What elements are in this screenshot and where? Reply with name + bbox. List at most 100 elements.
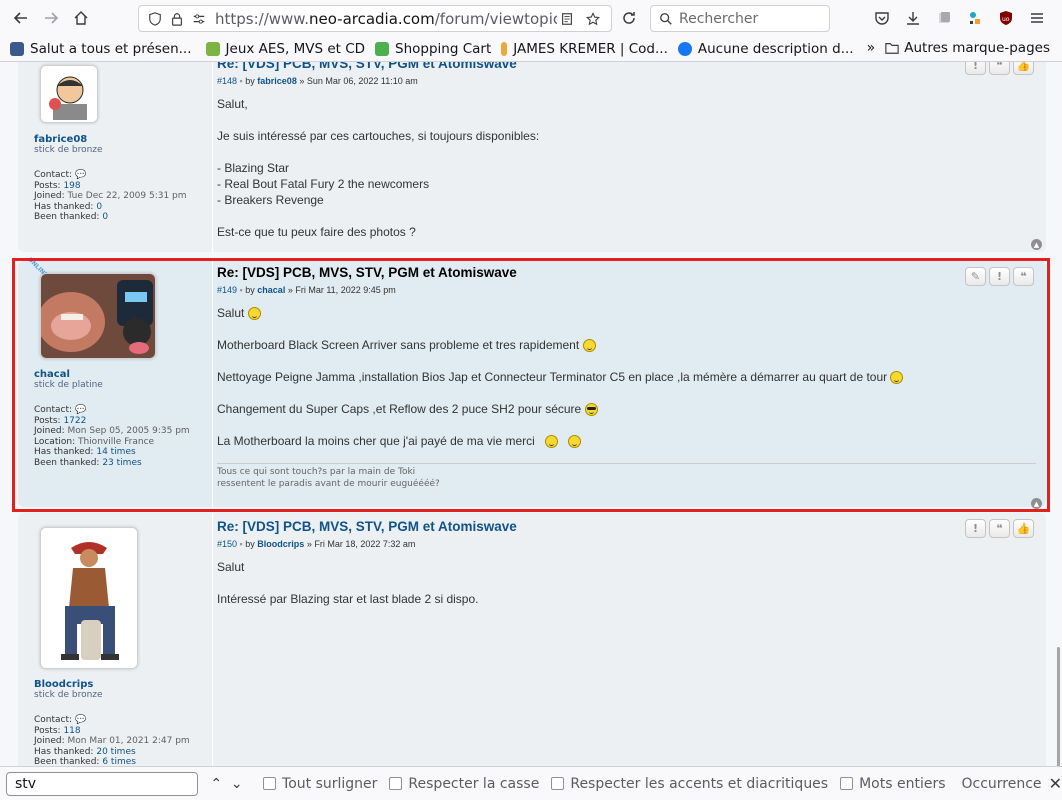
pocket-button[interactable] [866,3,897,33]
post-date: » Sun Mar 06, 2022 11:10 am [299,76,418,86]
avatar-image [41,66,97,122]
has-thanked-link[interactable]: 20 times [96,747,135,757]
post-number-link[interactable]: #149 [217,285,237,295]
bookmark-item-1[interactable]: Salut a tous et présen... [10,41,192,57]
ublock-button[interactable]: uo [990,3,1021,33]
find-input[interactable] [6,771,198,796]
post-number-link[interactable]: #148 [217,76,237,86]
post-title-link[interactable]: Re: [VDS] PCB, MVS, STV, PGM et Atomiswa… [217,62,1046,71]
more-bookmarks-chevron-icon[interactable]: » [867,40,876,56]
page-scrollbar[interactable] [1054,62,1062,797]
other-bookmarks-label: Autres marque-pages [904,40,1050,56]
post-line: Intéressé par Blazing star et last blade… [217,592,479,606]
post-title-link[interactable]: Re: [VDS] PCB, MVS, STV, PGM et Atomiswa… [217,519,1046,534]
signature-line: Tous ce qui sont touch?s par la main de … [217,467,416,477]
highlight-all-checkbox[interactable]: Tout surligner [263,776,377,792]
folder-icon [885,43,899,54]
checkbox-label: Mots entiers [859,775,946,792]
post-title-link[interactable]: Re: [VDS] PCB, MVS, STV, PGM et Atomiswa… [217,265,1046,280]
smiley-smile-icon [567,435,581,449]
close-findbar-icon[interactable]: ✕ [1049,774,1062,793]
avatar-fabrice08[interactable] [40,65,98,123]
bookmark-favicon-icon [375,41,390,56]
forward-button[interactable] [36,3,66,33]
bookmark-item-3[interactable]: Shopping Cart [375,41,491,57]
bookmark-item-4[interactable]: JAMES KREMER | Cod... [501,41,668,57]
posts-label: Posts: [34,180,61,191]
hamburger-menu-icon [1030,13,1043,23]
posts-count-link[interactable]: 198 [63,181,80,191]
match-diacritics-checkbox[interactable]: Respecter les accents et diacritiques [551,776,828,792]
menu-button[interactable] [1021,3,1052,33]
post-content: Salut Motherboard Black Screen Arriver s… [217,305,1046,449]
post-author-link[interactable]: Bloodcrips [257,539,304,549]
url-bar[interactable]: https://www.neo-arcadia.com/forum/viewto… [138,5,612,32]
report-button[interactable]: ! [965,519,986,538]
back-button[interactable] [6,3,36,33]
reader-view-icon[interactable] [557,9,577,29]
find-previous-chevron-up-icon[interactable]: ⌃ [206,776,227,792]
post-line: - Real Bout Fatal Fury 2 the newcomers [217,177,430,191]
find-next-chevron-down-icon[interactable]: ⌄ [227,776,248,792]
bookmarks-toolbar: Salut a tous et présen... Jeux AES, MVS … [0,36,1062,62]
post-author-link[interactable]: fabrice08 [257,76,297,86]
username-link[interactable]: chacal [34,369,214,380]
whole-words-checkbox[interactable]: Mots entiers [840,775,946,792]
thanks-button[interactable]: 👍 [1013,62,1034,75]
avatar-bloodcrips[interactable] [40,527,138,669]
quote-button[interactable]: ❝ [989,62,1010,75]
has-thanked-link[interactable]: 14 times [96,447,135,457]
report-button[interactable]: ! [989,267,1010,286]
joined-date: Mon Mar 01, 2021 2:47 pm [67,736,190,746]
search-input[interactable]: Rechercher [650,5,830,32]
been-thanked-link[interactable]: 6 times [102,757,136,766]
username-link[interactable]: Bloodcrips [34,679,214,690]
contact-label: Contact: [34,170,73,180]
report-button[interactable]: ! [965,62,986,75]
post-line: Salut, [217,97,248,111]
been-thanked-link[interactable]: 0 [102,212,108,222]
username-link[interactable]: fabrice08 [34,134,214,145]
posts-count-link[interactable]: 118 [63,726,80,736]
back-to-top-icon[interactable]: ▲ [1031,498,1042,509]
back-to-top-icon[interactable]: ▲ [1031,239,1042,250]
home-button[interactable] [66,3,96,33]
quote-button[interactable]: ❝ [1013,267,1034,286]
bookmark-favicon-icon [205,41,220,56]
other-bookmarks-folder[interactable]: Autres marque-pages [885,40,1050,56]
posts-label: Posts: [34,415,61,426]
extension-button[interactable] [959,3,990,33]
post-line: - Blazing Star [217,161,290,175]
pocket-icon [874,12,889,25]
has-thanked-link[interactable]: 0 [96,202,102,212]
post-number-link[interactable]: #150 [217,539,237,549]
bookmark-item-2[interactable]: Jeux AES, MVS et CD [205,41,365,57]
bookmark-star-icon[interactable] [583,9,603,29]
joined-date: Tue Dec 22, 2009 5:31 pm [67,191,187,201]
post-line: Nettoyage Peigne Jamma ,installation Bio… [217,369,1046,385]
post-action-buttons: ! ❝ 👍 [965,519,1034,538]
quote-icon: ❝ [1020,270,1027,283]
quote-icon: ❝ [996,522,1003,535]
post-author-link[interactable]: chacal [257,285,285,295]
quote-button[interactable]: ❝ [989,519,1010,538]
match-case-checkbox[interactable]: Respecter la casse [389,776,539,792]
contact-label: Contact: [34,715,73,725]
thanks-button[interactable]: 👍 [1013,519,1034,538]
has-thanked-label: Has thanked: [34,746,94,757]
library-button[interactable] [928,3,959,33]
downloads-button[interactable] [897,3,928,33]
contact-bubble-icon[interactable]: 💬 [75,170,86,180]
reload-button[interactable] [614,3,644,33]
contact-bubble-icon[interactable]: 💬 [75,405,86,415]
post-line: Changement du Super Caps ,et Reflow des … [217,401,1046,417]
contact-bubble-icon[interactable]: 💬 [75,715,86,725]
bookmark-item-5[interactable]: Aucune description d... [677,41,854,57]
by-label: by [245,76,255,86]
posts-count-link[interactable]: 1722 [63,416,86,426]
avatar-chacal[interactable] [40,273,156,359]
edit-button[interactable]: ✎ [965,267,986,286]
been-thanked-link[interactable]: 23 times [102,458,141,468]
smiley-cool-icon [584,403,598,417]
by-label: by [245,539,255,549]
